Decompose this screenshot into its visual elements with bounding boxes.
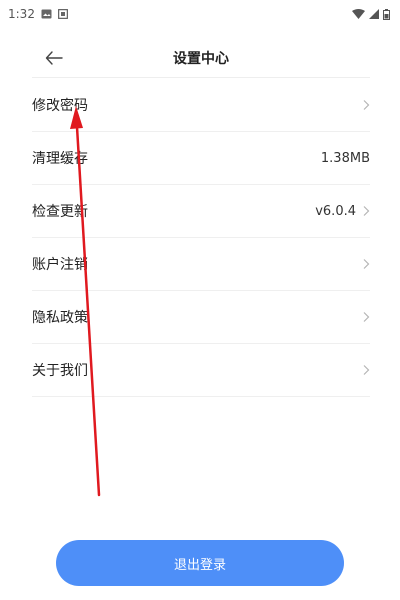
setting-label: 检查更新 bbox=[32, 204, 88, 220]
notification-icon bbox=[57, 9, 68, 19]
chevron-right-icon bbox=[362, 364, 370, 376]
setting-label: 修改密码 bbox=[32, 98, 88, 114]
setting-label: 账户注销 bbox=[32, 257, 88, 273]
setting-label: 隐私政策 bbox=[32, 310, 88, 326]
setting-right bbox=[362, 99, 370, 111]
setting-right bbox=[362, 364, 370, 376]
battery-icon bbox=[383, 8, 390, 20]
cache-size-value: 1.38MB bbox=[320, 150, 370, 166]
status-bar: 1:32 bbox=[0, 0, 400, 28]
header-bar: 设置中心 bbox=[32, 38, 370, 78]
setting-privacy-policy[interactable]: 隐私政策 bbox=[32, 291, 370, 344]
setting-check-update[interactable]: 检查更新 v6.0.4 bbox=[32, 185, 370, 238]
setting-label: 关于我们 bbox=[32, 363, 88, 379]
settings-list: 修改密码 清理缓存 1.38MB 检查更新 v6.0.4 账户注销 隐私政策 关… bbox=[32, 79, 370, 397]
setting-about-us[interactable]: 关于我们 bbox=[32, 344, 370, 397]
setting-change-password[interactable]: 修改密码 bbox=[32, 79, 370, 132]
page-title: 设置中心 bbox=[173, 51, 229, 67]
setting-label: 清理缓存 bbox=[32, 151, 88, 167]
chevron-right-icon bbox=[362, 99, 370, 111]
setting-right: 1.38MB bbox=[321, 151, 370, 166]
settings-screen: 1:32 设置中心 修改密码 清理缓存 1.38MB 检查更新 v6.0.4 账… bbox=[0, 0, 400, 600]
setting-right bbox=[362, 311, 370, 323]
setting-right bbox=[362, 258, 370, 270]
image-icon bbox=[41, 9, 52, 19]
chevron-right-icon bbox=[362, 258, 370, 270]
setting-right: v6.0.4 bbox=[315, 204, 370, 219]
version-value: v6.0.4 bbox=[315, 203, 356, 219]
wifi-icon bbox=[352, 9, 365, 19]
status-bar-left: 1:32 bbox=[8, 7, 68, 21]
chevron-right-icon bbox=[362, 205, 370, 217]
status-bar-right bbox=[352, 8, 390, 20]
setting-delete-account[interactable]: 账户注销 bbox=[32, 238, 370, 291]
setting-clear-cache[interactable]: 清理缓存 1.38MB bbox=[32, 132, 370, 185]
signal-icon bbox=[369, 9, 379, 19]
status-time: 1:32 bbox=[8, 7, 35, 21]
chevron-right-icon bbox=[362, 311, 370, 323]
logout-button[interactable]: 退出登录 bbox=[56, 540, 344, 586]
